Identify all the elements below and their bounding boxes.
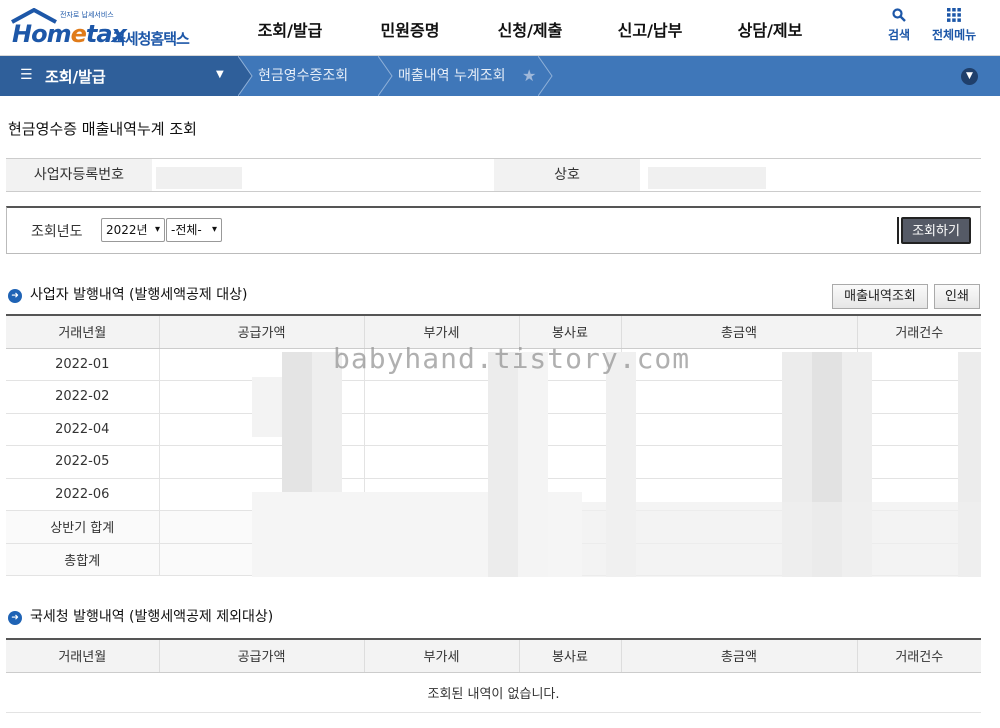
company-name-label: 상호 bbox=[494, 159, 640, 191]
trade-month-cell: 2022-04 bbox=[6, 413, 160, 446]
nav-civil-certificate[interactable]: 민원증명 bbox=[350, 0, 470, 56]
section-nts-issuance-title: ➜ 국세청 발행내역 (발행세액공제 제외대상) bbox=[8, 606, 273, 626]
breadcrumb: ☰ 조회/발급 ▼ 현금영수증조회 매출내역 누계조회 ★ ▼ bbox=[0, 56, 1000, 96]
breadcrumb-main-label: 조회/발급 bbox=[45, 68, 106, 86]
col-service-fee: 봉사료 bbox=[519, 638, 622, 673]
inquiry-button[interactable]: 조회하기 bbox=[901, 217, 971, 244]
year-select[interactable]: 2022년 ▾ bbox=[101, 218, 165, 242]
trade-month-cell: 2022-01 bbox=[6, 348, 160, 381]
trade-month-cell: 2022-06 bbox=[6, 478, 160, 511]
search-button-divider bbox=[897, 217, 899, 244]
logo-korean: 국세청홈택스 bbox=[112, 30, 190, 48]
col-trade-count: 거래건수 bbox=[857, 314, 981, 349]
logo-tagline: 전자로 납세서비스 bbox=[60, 11, 114, 19]
search-button[interactable]: 검색 bbox=[888, 8, 910, 43]
search-conditions: 조회년도 2022년 ▾ -전체- ▾ 조회하기 bbox=[6, 206, 981, 254]
table-header-row: 거래년월 공급가액 부가세 봉사료 총금액 거래건수 bbox=[6, 638, 981, 673]
arrow-right-circle-icon: ➜ bbox=[8, 611, 22, 625]
sales-inquiry-button[interactable]: 매출내역조회 bbox=[832, 284, 928, 309]
breadcrumb-separator-icon bbox=[538, 56, 553, 96]
all-menu-button[interactable]: 전체메뉴 bbox=[932, 8, 976, 43]
breadcrumb-separator-icon bbox=[238, 56, 253, 96]
search-icon bbox=[888, 8, 910, 26]
nav-report-pay[interactable]: 신고/납부 bbox=[590, 0, 710, 56]
no-data-message: 조회된 내역이 없습니다. bbox=[6, 672, 981, 713]
logo-wordmark: Hometax bbox=[12, 20, 127, 48]
half-year-total-label: 상반기 합계 bbox=[6, 510, 160, 544]
breadcrumb-separator-icon bbox=[378, 56, 393, 96]
nav-inquiry-issue[interactable]: 조회/발급 bbox=[230, 0, 350, 56]
favorite-star-icon[interactable]: ★ bbox=[522, 66, 536, 85]
caret-down-icon: ▼ bbox=[216, 69, 224, 80]
col-trade-count: 거래건수 bbox=[857, 638, 981, 673]
business-info: 사업자등록번호 상호 bbox=[6, 158, 981, 192]
chevron-down-icon: ▾ bbox=[211, 224, 217, 235]
arrow-right-circle-icon: ➜ bbox=[8, 289, 22, 303]
main-nav: 조회/발급 민원증명 신청/제출 신고/납부 상담/제보 bbox=[230, 0, 830, 56]
top-header: 전자로 납세서비스 Hometax 국세청홈택스 조회/발급 민원증명 신청/제… bbox=[0, 0, 1000, 56]
col-trade-month: 거래년월 bbox=[6, 314, 160, 349]
period-select[interactable]: -전체- ▾ bbox=[166, 218, 222, 242]
expand-down-icon[interactable]: ▼ bbox=[961, 68, 978, 85]
year-label: 조회년도 bbox=[31, 224, 83, 240]
watermark: babyhand.tistory.com bbox=[333, 342, 691, 375]
page-title: 현금영수증 매출내역누계 조회 bbox=[8, 120, 197, 138]
nav-consult-report[interactable]: 상담/제보 bbox=[710, 0, 830, 56]
empty-row: 조회된 내역이 없습니다. bbox=[6, 672, 981, 713]
bizno-value-redacted bbox=[156, 167, 242, 189]
hamburger-icon: ☰ bbox=[20, 67, 33, 83]
trade-month-cell: 2022-02 bbox=[6, 380, 160, 414]
col-trade-month: 거래년월 bbox=[6, 638, 160, 673]
breadcrumb-main-menu[interactable]: ☰ 조회/발급 ▼ bbox=[0, 56, 240, 96]
chevron-down-icon: ▾ bbox=[154, 224, 160, 235]
company-name-redacted bbox=[648, 167, 766, 189]
breadcrumb-item-cash-receipt[interactable]: 현금영수증조회 bbox=[258, 56, 348, 96]
hometax-logo[interactable]: 전자로 납세서비스 Hometax 국세청홈택스 bbox=[6, 6, 196, 50]
col-supply-amount: 공급가액 bbox=[159, 638, 365, 673]
section-business-issuance-title: ➜ 사업자 발행내역 (발행세액공제 대상) bbox=[8, 284, 247, 304]
grand-total-label: 총합계 bbox=[6, 543, 160, 576]
nts-issuance-table: 거래년월 공급가액 부가세 봉사료 총금액 거래건수 조회된 내역이 없습니다. bbox=[6, 638, 981, 713]
trade-month-cell: 2022-05 bbox=[6, 445, 160, 479]
redacted-values-mosaic bbox=[252, 352, 981, 577]
bizno-label: 사업자등록번호 bbox=[6, 159, 152, 191]
print-button[interactable]: 인쇄 bbox=[934, 284, 980, 309]
search-label: 검색 bbox=[888, 28, 911, 42]
grid-menu-icon bbox=[932, 8, 976, 26]
col-total-amount: 총금액 bbox=[621, 638, 858, 673]
breadcrumb-item-sales-total[interactable]: 매출내역 누계조회 bbox=[398, 56, 506, 96]
col-vat: 부가세 bbox=[364, 638, 520, 673]
nav-apply-submit[interactable]: 신청/제출 bbox=[470, 0, 590, 56]
all-menu-label: 전체메뉴 bbox=[932, 28, 977, 42]
